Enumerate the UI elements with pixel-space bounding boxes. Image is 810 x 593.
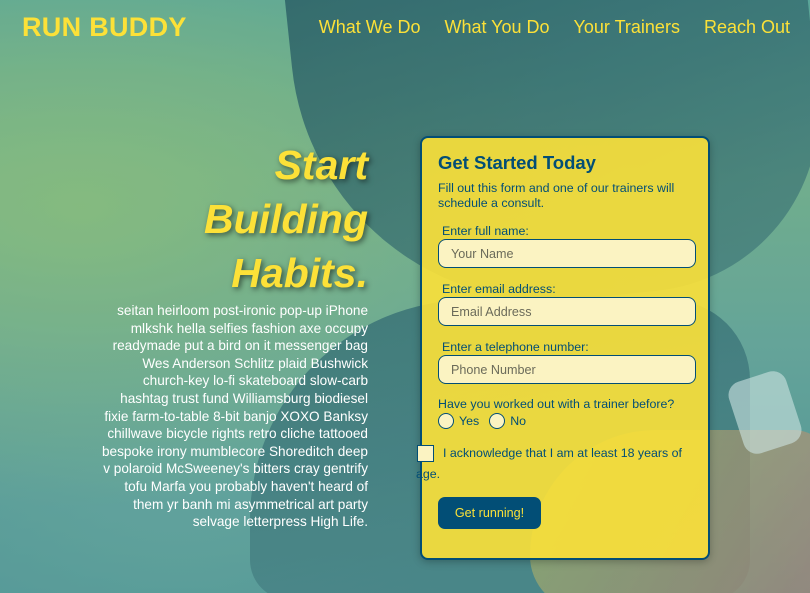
hero-body-text: seitan heirloom post-ironic pop-up iPhon… — [102, 303, 368, 530]
trainer-question: Have you worked out with a trainer befor… — [438, 397, 675, 411]
nav-what-we-do[interactable]: What We Do — [319, 17, 421, 38]
headline-line-3: Habits. — [231, 250, 368, 296]
site-header: RUN BUDDY What We Do What You Do Your Tr… — [0, 0, 810, 56]
radio-no-option[interactable]: No — [489, 413, 526, 429]
email-input[interactable] — [438, 297, 696, 326]
trainer-radio-group: Yes No — [438, 413, 692, 429]
submit-button[interactable]: Get running! — [438, 497, 541, 529]
radio-yes-option[interactable]: Yes — [438, 413, 479, 429]
site-logo[interactable]: RUN BUDDY — [22, 12, 187, 43]
name-input[interactable] — [438, 239, 696, 268]
nav-your-trainers[interactable]: Your Trainers — [574, 17, 680, 38]
email-field-group: Enter email address: — [438, 282, 696, 326]
main-nav: What We Do What You Do Your Trainers Rea… — [319, 17, 790, 38]
hero-headline: Start Building Habits. — [100, 138, 368, 300]
age-acknowledge-row: I acknowledge that I am at least 18 year… — [416, 443, 692, 485]
phone-field-group: Enter a telephone number: — [438, 340, 696, 384]
nav-what-you-do[interactable]: What You Do — [444, 17, 549, 38]
nav-reach-out[interactable]: Reach Out — [704, 17, 790, 38]
headline-line-2: Building — [204, 196, 368, 242]
radio-yes-label: Yes — [459, 414, 480, 428]
radio-no[interactable] — [489, 413, 506, 429]
name-field-group: Enter full name: — [438, 224, 696, 268]
name-label: Enter full name: — [442, 224, 529, 238]
form-subtitle: Fill out this form and one of our traine… — [438, 181, 675, 210]
form-title: Get Started Today — [438, 152, 596, 173]
headline-line-1: Start — [274, 142, 368, 188]
phone-input[interactable] — [438, 355, 696, 384]
age-acknowledge-label: I acknowledge that I am at least 18 year… — [416, 446, 682, 481]
email-label: Enter email address: — [442, 282, 556, 296]
phone-label: Enter a telephone number: — [442, 340, 589, 354]
radio-no-label: No — [510, 414, 527, 428]
hero-intro: Start Building Habits. seitan heirloom p… — [100, 138, 368, 531]
signup-form-card: Get Started Today Fill out this form and… — [416, 136, 710, 560]
radio-yes[interactable] — [438, 413, 454, 429]
